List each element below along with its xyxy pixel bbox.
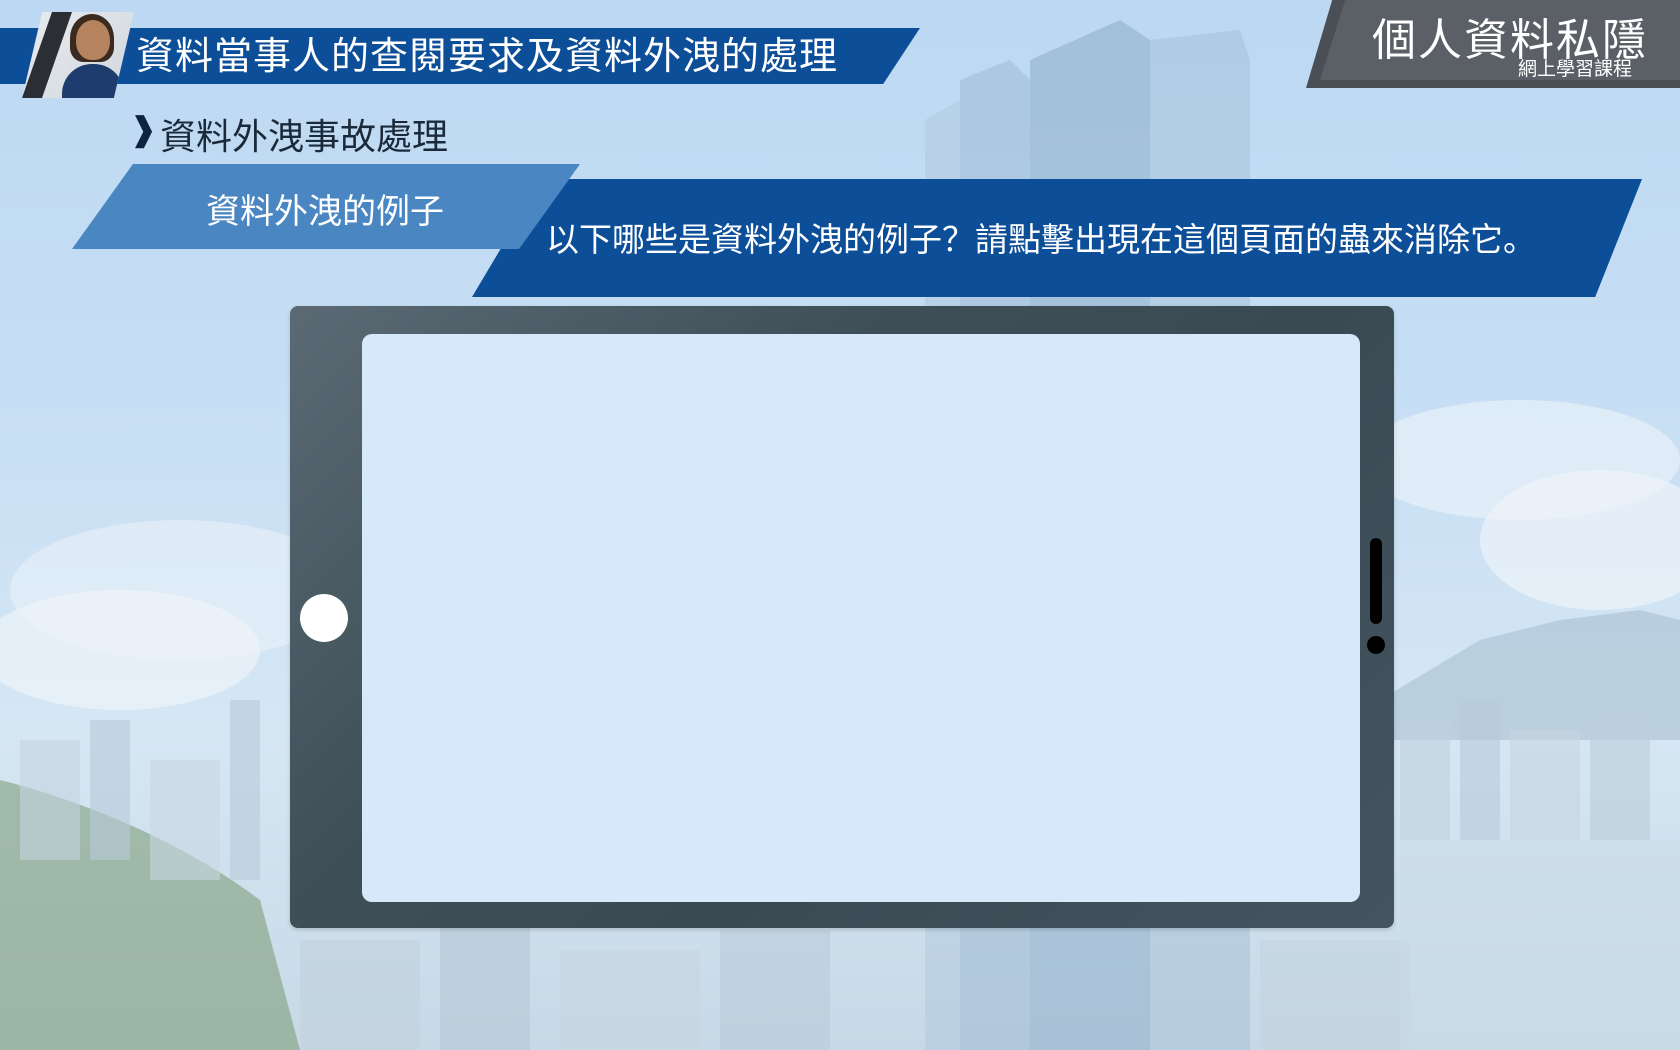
section-title: 資料外洩事故處理 <box>160 117 449 158</box>
tablet-camera-dot <box>1367 636 1385 654</box>
tablet-side-slot <box>1370 538 1382 624</box>
photo-face <box>76 20 110 60</box>
brand-subtitle: 網上學習課程 <box>1517 58 1632 80</box>
subtopic-label: 資料外洩的例子 <box>206 192 444 232</box>
home-button-icon[interactable] <box>300 594 348 642</box>
tablet-screen[interactable] <box>362 334 1360 902</box>
header-photo-woman-on-phone <box>22 12 134 98</box>
course-module-title: 資料當事人的查閱要求及資料外洩的處理 <box>136 34 839 78</box>
question-text: 以下哪些是資料外洩的例子？請點擊出現在這個頁面的蟲來消除它。 <box>546 220 1536 259</box>
photo-body <box>62 64 124 98</box>
tablet-device <box>290 306 1394 928</box>
chevron-right-icon: ❱ <box>130 110 157 148</box>
